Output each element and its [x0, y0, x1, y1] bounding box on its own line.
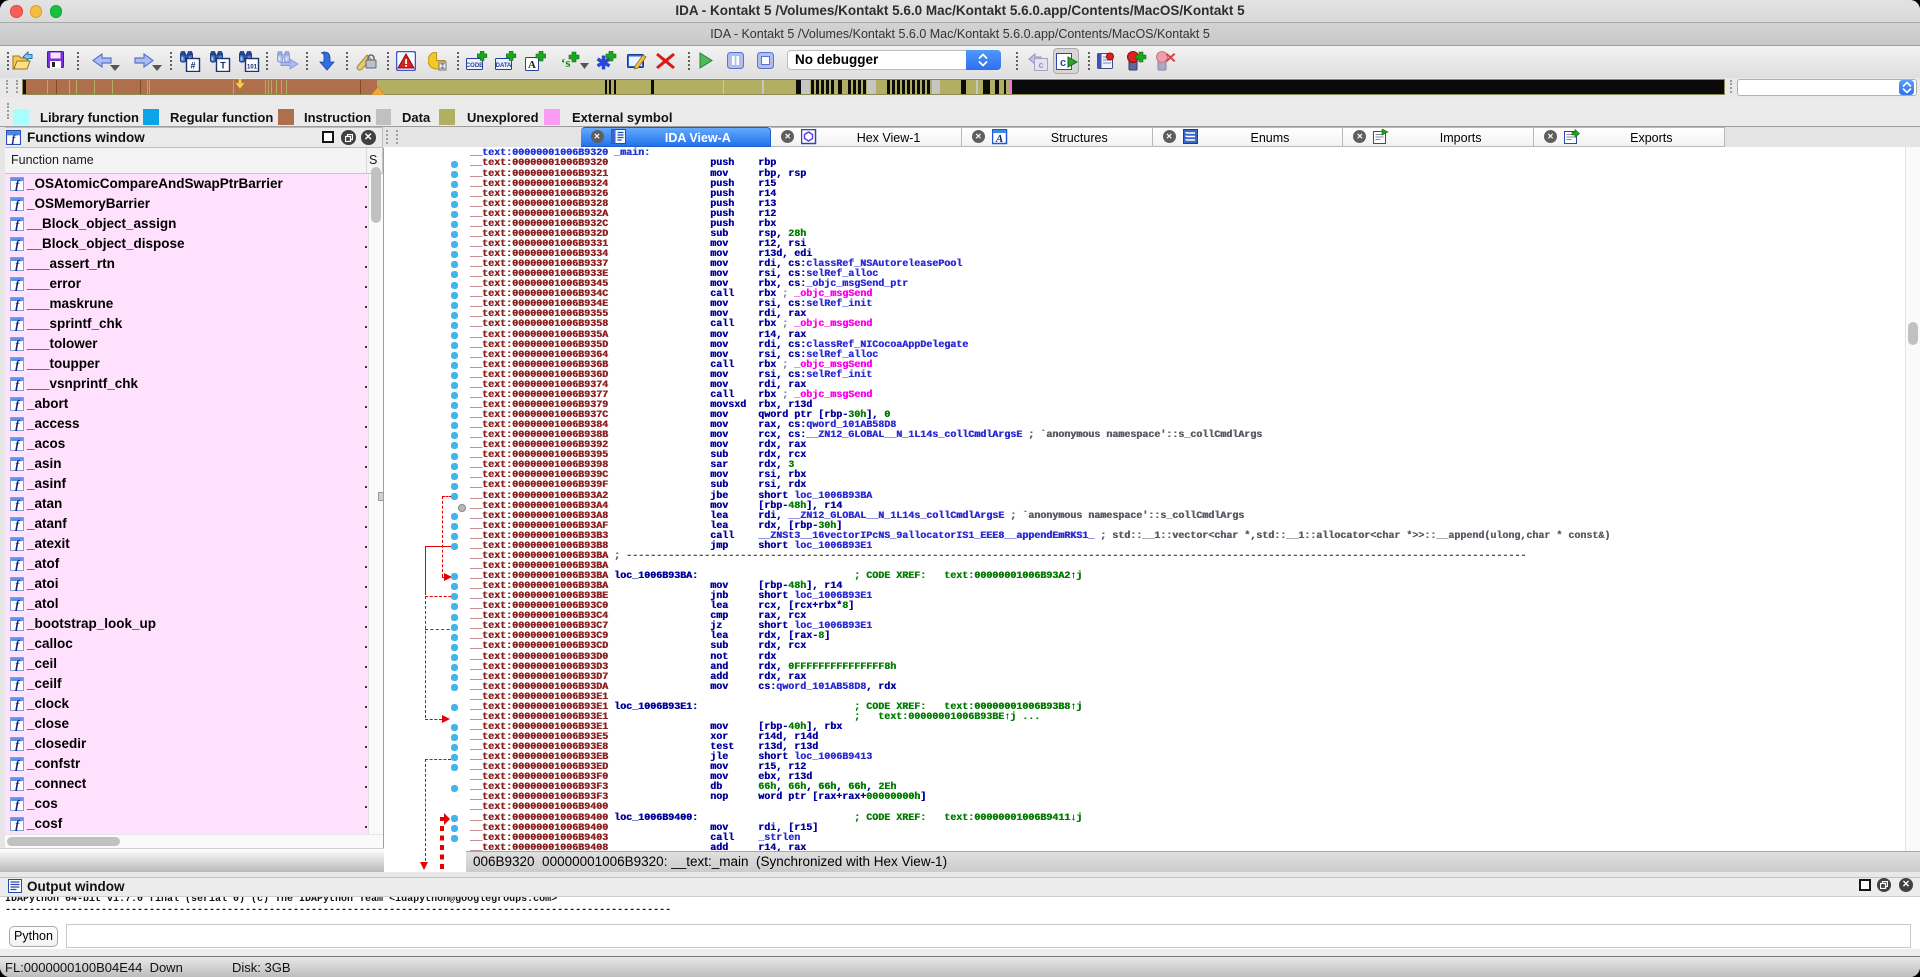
- svg-text:A: A: [995, 133, 1003, 145]
- svg-text:A: A: [528, 59, 536, 71]
- svg-text:c: c: [1038, 60, 1043, 70]
- svg-text:101: 101: [247, 65, 258, 71]
- svg-text:CODE: CODE: [466, 63, 483, 69]
- svg-text:c: c: [1060, 57, 1066, 69]
- svg-text:T: T: [220, 61, 226, 71]
- svg-text:DATA: DATA: [496, 63, 512, 69]
- svg-text:#: #: [190, 61, 195, 71]
